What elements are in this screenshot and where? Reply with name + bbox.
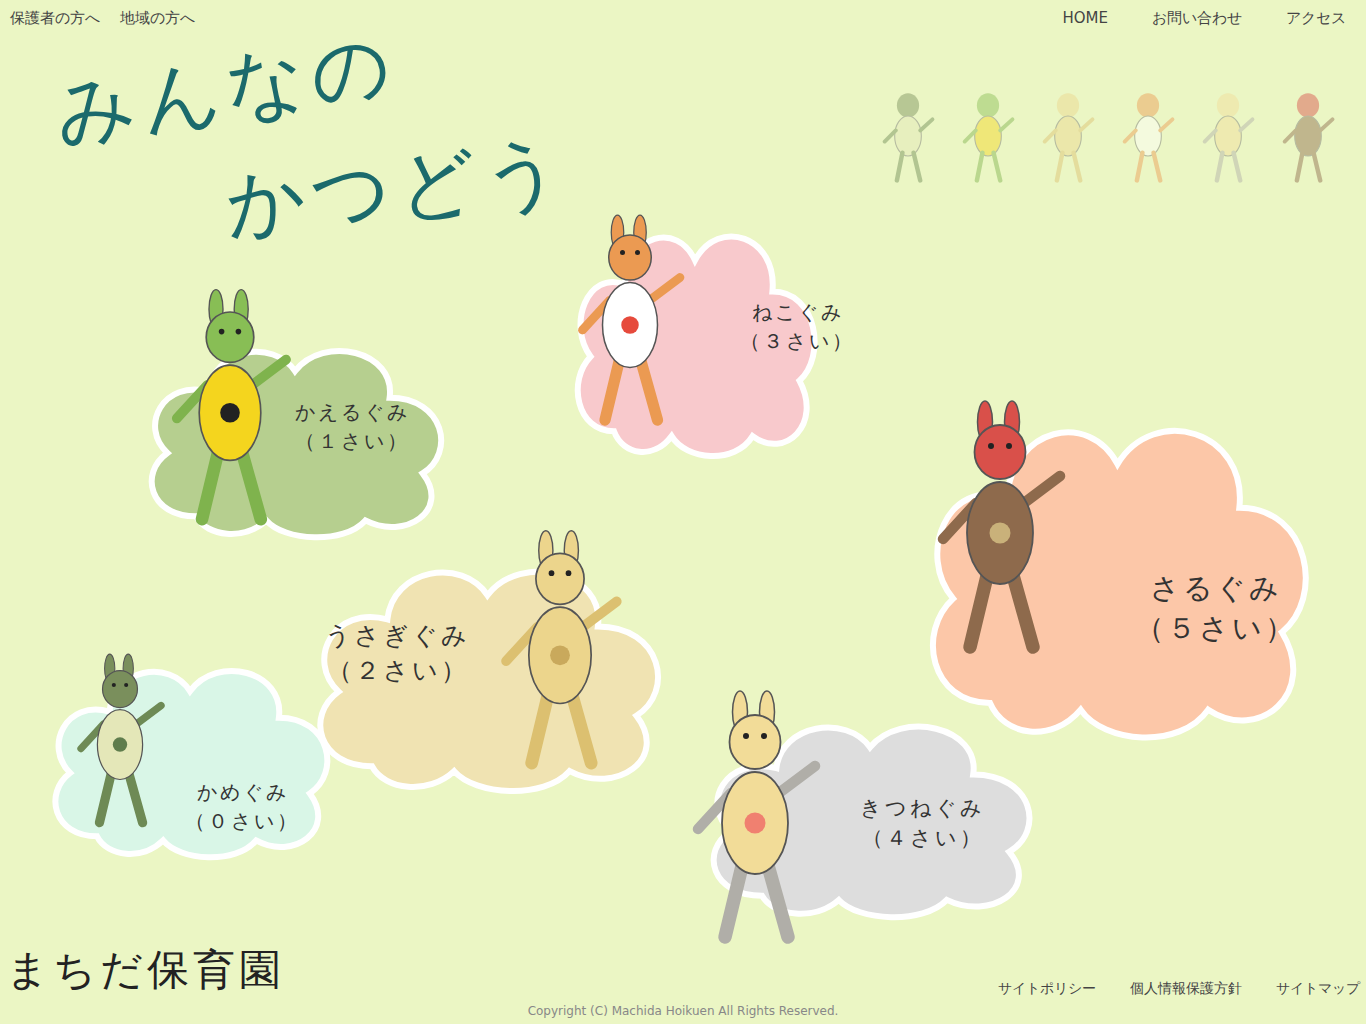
activity-stage: みんなのかつどうかめぐみ（０さい）かえるぐみ（１さい）うさぎぐみ（２さい）ねこぐ…	[0, 36, 1366, 942]
class-label: きつねぐみ （４さい）	[860, 795, 985, 852]
footer: まちだ保育園Copyright (C) Machida Hoikuen All …	[0, 942, 1366, 1024]
mascot-icon	[1270, 86, 1346, 186]
class-age: （０さい）	[185, 809, 300, 834]
mascot-strip	[870, 86, 1346, 186]
mascot-icon	[1190, 86, 1266, 186]
footer-link[interactable]: サイトポリシー	[998, 980, 1096, 998]
nav-link[interactable]: 地域の方へ	[120, 9, 195, 28]
cloud-icon	[905, 380, 1330, 750]
class-name: さるぐみ	[1150, 570, 1282, 606]
class-age: （２さい）	[327, 655, 469, 686]
class-label: ねこぐみ （３さい）	[740, 300, 855, 354]
animal-icon	[440, 525, 680, 780]
class-card[interactable]: うさぎぐみ （２さい）	[295, 535, 680, 800]
class-name: かめぐみ	[197, 780, 289, 805]
class-name: かえるぐみ	[295, 400, 410, 425]
main-nav: HOME お問い合わせ アクセス	[1062, 9, 1346, 28]
footer-links: サイトポリシー 個人情報保護方針 サイトマップ	[998, 980, 1360, 1018]
audience-nav: 保護者の方へ 地域の方へ	[10, 9, 195, 28]
class-age: （１さい）	[295, 429, 410, 454]
class-age: （４さい）	[862, 825, 984, 851]
class-card[interactable]: かめぐみ （０さい）	[35, 640, 345, 865]
animal-icon	[40, 650, 200, 835]
class-name: うさぎぐみ	[325, 620, 470, 651]
class-label: かめぐみ （０さい）	[185, 780, 300, 834]
class-card[interactable]: ねこぐみ（３さい）	[560, 200, 830, 465]
nav-link[interactable]: HOME	[1062, 9, 1108, 28]
mascot-icon	[1110, 86, 1186, 186]
animal-icon	[160, 280, 300, 540]
nav-link[interactable]: アクセス	[1286, 9, 1346, 28]
animal-icon	[530, 210, 730, 435]
mascot-icon	[1030, 86, 1106, 186]
class-age: （３さい）	[740, 329, 855, 354]
class-label: さるぐみ （５さい）	[1135, 570, 1297, 647]
class-card[interactable]: きつねぐみ （４さい）	[690, 695, 1050, 925]
copyright: Copyright (C) Machida Hoikuen All Rights…	[0, 1004, 1366, 1018]
nav-link[interactable]: お問い合わせ	[1152, 9, 1242, 28]
class-card[interactable]: さるぐみ （５さい）	[905, 380, 1330, 750]
class-name: ねこぐみ	[752, 300, 844, 325]
school-logo[interactable]: まちだ保育園	[6, 942, 285, 1018]
footer-link[interactable]: サイトマップ	[1276, 980, 1360, 998]
mascot-icon	[870, 86, 946, 186]
class-label: かえるぐみ （１さい）	[295, 400, 410, 454]
mascot-icon	[950, 86, 1026, 186]
animal-icon	[680, 655, 830, 985]
animal-icon	[875, 395, 1125, 665]
class-label: うさぎぐみ （２さい）	[325, 620, 470, 687]
page: 保護者の方へ地域の方へHOMEお問い合わせアクセスみんなのかつどうかめぐみ（０さ…	[0, 0, 1366, 1024]
top-nav: 保護者の方へ 地域の方へ HOME お問い合わせ アクセス	[0, 0, 1366, 36]
class-card[interactable]: かえるぐみ （１さい）	[130, 320, 460, 545]
class-age: （５さい）	[1135, 610, 1297, 646]
nav-link[interactable]: 保護者の方へ	[10, 9, 100, 28]
footer-link[interactable]: 個人情報保護方針	[1130, 980, 1242, 998]
class-name: きつねぐみ	[860, 795, 985, 821]
